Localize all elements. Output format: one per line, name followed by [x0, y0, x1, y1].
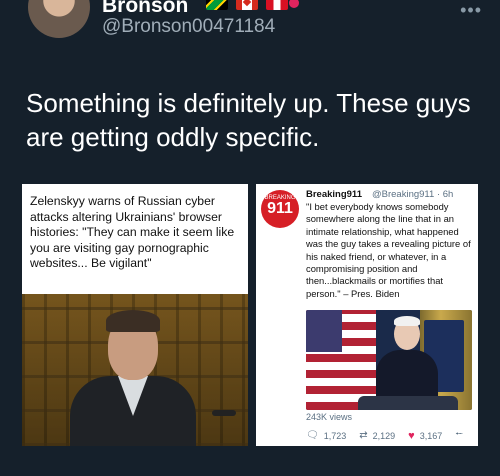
reply-icon[interactable]: 🗨︎ [306, 430, 319, 441]
embedded-handle-time[interactable]: @Breaking911 · 6h [372, 189, 453, 200]
view-count: 243K views [306, 412, 353, 422]
more-icon[interactable]: ••• [460, 0, 482, 21]
zelenskyy-photo [22, 294, 248, 446]
podium [358, 396, 458, 410]
engagement-bar: 🗨︎ 1,723 ⇄ 2,129 ♥ 3,167 ⭪ [306, 427, 463, 444]
embedded-tweet-text: "I bet everybody knows somebody somewher… [306, 201, 471, 299]
like-count: 3,167 [419, 430, 443, 441]
drop-icon [286, 0, 302, 11]
breaking911-logo[interactable]: BREAKING 911 [261, 190, 299, 228]
news-card-left[interactable]: Zelenskyy warns of Russian cyber attacks… [22, 184, 248, 446]
logo-main-text: 911 [267, 200, 293, 217]
biden-photo[interactable] [306, 310, 472, 410]
photo-figure-hair [394, 316, 420, 326]
flag-jamaica-icon [206, 0, 228, 10]
avatar[interactable] [28, 0, 90, 38]
user-handle[interactable]: @Bronson00471184 [102, 16, 275, 38]
photo-figure-hair [106, 310, 160, 332]
retweet-count: 2,129 [372, 430, 396, 441]
reply-count: 1,723 [323, 430, 347, 441]
microphone-icon [212, 410, 236, 416]
heart-icon[interactable]: ♥ [408, 430, 415, 442]
flag-peru-icon [266, 0, 288, 10]
flag-emojis [206, 0, 288, 10]
retweet-icon[interactable]: ⇄ [359, 430, 367, 441]
us-flag [306, 310, 376, 410]
flag-canada-icon [236, 0, 258, 10]
news-card-text: Zelenskyy warns of Russian cyber attacks… [30, 194, 235, 270]
logo-small-text: BREAKING [264, 195, 296, 201]
tweet-text: Something is definitely up. These guys a… [26, 88, 471, 152]
share-icon[interactable]: ⭪ [455, 427, 463, 444]
embedded-tweet-card[interactable]: BREAKING 911 Breaking911 @Breaking911 · … [256, 184, 478, 446]
embedded-display-name[interactable]: Breaking911 [306, 189, 362, 200]
